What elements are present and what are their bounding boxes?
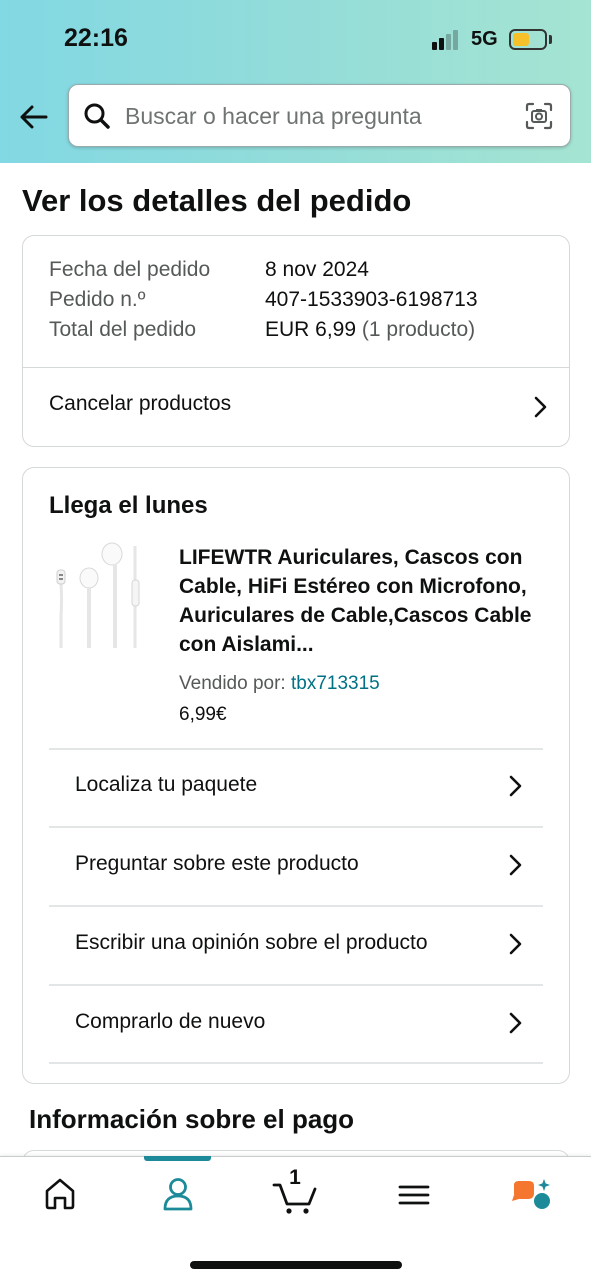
app-header: 22:16 5G — [0, 0, 591, 163]
order-summary-card: Fecha del pedido 8 nov 2024 Pedido n.º 4… — [22, 235, 570, 447]
buy-again-row[interactable]: Comprarlo de nuevo — [49, 986, 543, 1063]
ask-product-label: Preguntar sobre este producto — [75, 852, 359, 875]
status-time: 22:16 — [64, 24, 128, 52]
seller-link[interactable]: tbx713315 — [291, 673, 380, 694]
order-number-label: Pedido n.º — [49, 288, 146, 311]
track-package-row[interactable]: Localiza tu paquete — [49, 749, 543, 826]
order-item-count: (1 producto) — [361, 318, 476, 341]
order-total-value: EUR 6,99 (1 producto) — [265, 318, 476, 341]
chevron-right-icon — [509, 1012, 522, 1034]
write-review-label: Escribir una opinión sobre el producto — [75, 931, 428, 954]
shipment-card: Llega el lunes LIFEWTR Auriculares, Casc… — [22, 467, 570, 1084]
search-icon — [84, 103, 110, 129]
search-input[interactable] — [125, 85, 505, 148]
order-date-label: Fecha del pedido — [49, 258, 211, 281]
chevron-right-icon — [509, 933, 522, 955]
order-date-value: 8 nov 2024 — [265, 258, 369, 281]
home-icon[interactable] — [30, 1171, 90, 1219]
chevron-right-icon — [509, 775, 522, 797]
seller-line: Vendido por: tbx713315 — [179, 673, 380, 695]
back-arrow-icon[interactable] — [16, 99, 52, 135]
search-bar[interactable] — [68, 84, 571, 148]
track-package-label: Localiza tu paquete — [75, 773, 258, 796]
signal-icon — [432, 30, 464, 50]
cart-button[interactable]: 1 — [265, 1166, 325, 1219]
page-title: Ver los detalles del pedido — [22, 183, 412, 218]
camera-scan-icon[interactable] — [524, 101, 554, 131]
order-total-label: Total del pedido — [49, 318, 197, 341]
chevron-right-icon — [509, 854, 522, 876]
menu-icon[interactable] — [384, 1171, 444, 1219]
buy-again-label: Comprarlo de nuevo — [75, 1010, 266, 1033]
product-price: 6,99€ — [179, 704, 227, 725]
delivery-status: Llega el lunes — [49, 492, 208, 519]
divider — [49, 1062, 543, 1064]
cart-count: 1 — [289, 1166, 301, 1189]
seller-prefix: Vendido por: — [179, 673, 286, 694]
rufus-icon[interactable] — [502, 1171, 562, 1219]
payment-info-title: Información sobre el pago — [29, 1104, 355, 1134]
order-number-value: 407-1533903-6198713 — [265, 288, 478, 311]
product-title[interactable]: LIFEWTR Auriculares, Cascos con Cable, H… — [179, 543, 549, 659]
product-image[interactable] — [53, 540, 153, 650]
ask-product-row[interactable]: Preguntar sobre este producto — [49, 828, 543, 905]
network-type: 5G — [471, 28, 498, 50]
battery-icon — [509, 29, 547, 50]
bottom-nav: 1 — [0, 1156, 591, 1280]
chevron-right-icon — [534, 396, 547, 418]
cancel-products-label: Cancelar productos — [49, 392, 232, 415]
cancel-products-row[interactable]: Cancelar productos — [23, 368, 569, 446]
write-review-row[interactable]: Escribir una opinión sobre el producto — [49, 907, 543, 984]
home-indicator — [190, 1261, 402, 1269]
active-tab-indicator — [144, 1156, 211, 1161]
account-icon[interactable] — [148, 1171, 208, 1219]
